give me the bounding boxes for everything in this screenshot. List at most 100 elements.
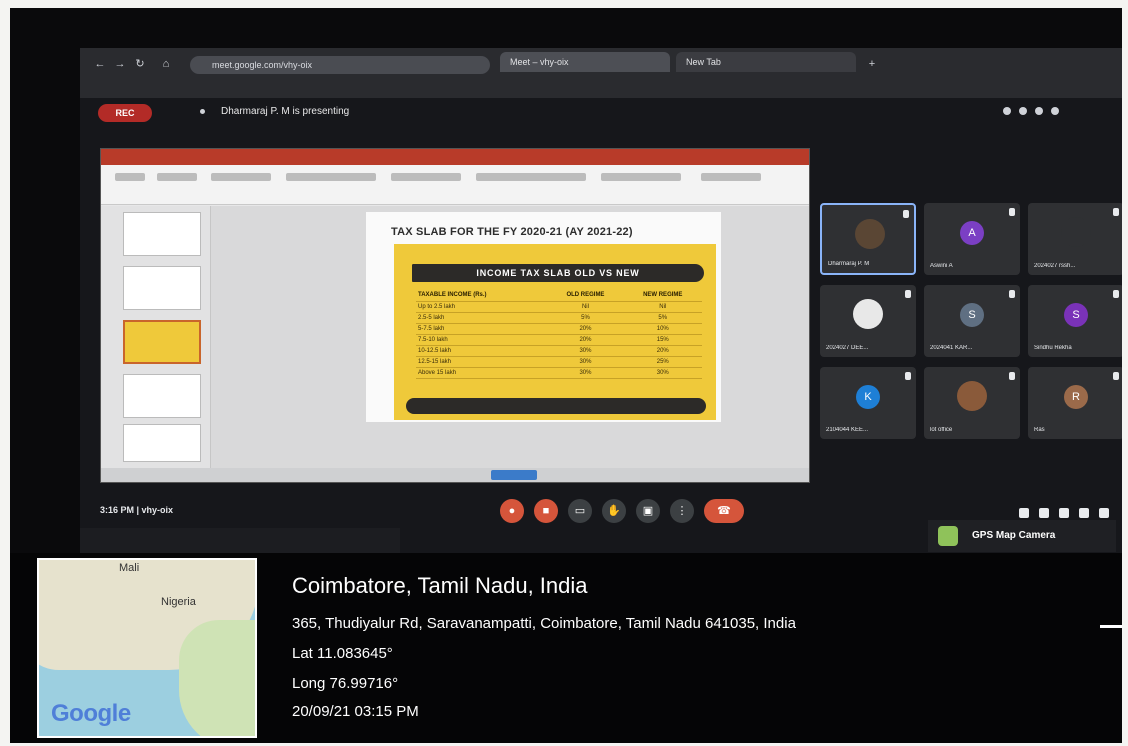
location-datetime: 20/09/21 03:15 PM <box>292 703 419 720</box>
chat-icon[interactable] <box>1059 508 1069 518</box>
table-cell: 30% <box>623 367 702 379</box>
table-cell: 20% <box>547 323 624 335</box>
table-cell: 25% <box>623 356 702 368</box>
participant-name: Dharmaraj P. M <box>828 261 870 267</box>
mic-icon <box>1009 208 1015 216</box>
slide-canvas: TAX SLAB FOR THE FY 2020-21 (AY 2021-22)… <box>211 206 809 468</box>
camera-toggle-button[interactable]: ■ <box>534 499 558 523</box>
map-label-mali: Mali <box>119 562 140 574</box>
present-button[interactable]: ▣ <box>636 499 660 523</box>
monitor-screen: ← → ↻ ⌂ meet.google.com/vhy-oix Meet – v… <box>80 48 1122 553</box>
mic-toggle-button[interactable]: ● <box>500 499 524 523</box>
avatar: A <box>960 221 984 245</box>
raise-hand-button[interactable]: ✋ <box>602 499 626 523</box>
activities-icon[interactable] <box>1079 508 1089 518</box>
participant-tile[interactable]: S 2024041 KAR... <box>924 285 1020 357</box>
ribbon-group[interactable] <box>391 173 461 181</box>
tab-meet[interactable]: Meet – vhy-oix <box>500 52 670 72</box>
extension-icon[interactable] <box>1019 107 1027 115</box>
participant-name: 2024027 rssh... <box>1034 263 1076 269</box>
present-icon <box>200 108 205 114</box>
extension-icon[interactable] <box>1035 107 1043 115</box>
ribbon-group[interactable] <box>211 173 271 181</box>
ribbon-group[interactable] <box>286 173 376 181</box>
slide-thumbnails <box>101 206 211 468</box>
slide-thumbnail[interactable] <box>123 212 201 256</box>
avatar <box>1061 217 1091 247</box>
participant-tile[interactable]: 2024027 DEE... <box>820 285 916 357</box>
captions-button[interactable]: ▭ <box>568 499 592 523</box>
participant-tile[interactable]: S Sindhu Rekha <box>1028 285 1122 357</box>
presenting-label: Dharmaraj P. M is presenting <box>221 106 350 117</box>
profile-icon[interactable] <box>1051 107 1059 115</box>
location-map: Mali Nigeria Google <box>37 558 257 738</box>
table-cell: 2.5-5 lakh <box>416 312 548 324</box>
host-controls-icon[interactable] <box>1099 508 1109 518</box>
ribbon-group[interactable] <box>701 173 761 181</box>
tab-new[interactable]: New Tab <box>676 52 856 72</box>
ribbon-group[interactable] <box>157 173 197 181</box>
participant-tile[interactable]: lot office <box>924 367 1020 439</box>
table-row: 12.5-15 lakh 30% 25% <box>416 356 702 368</box>
mic-icon <box>1113 290 1119 298</box>
table-cell: 20% <box>547 334 624 346</box>
info-icon[interactable] <box>1019 508 1029 518</box>
table-cell: 12.5-15 lakh <box>416 356 548 368</box>
rec-label: REC <box>115 108 135 118</box>
new-tab-icon[interactable]: + <box>866 58 878 70</box>
ribbon-group[interactable] <box>115 173 145 181</box>
table-row: 7.5-10 lakh 20% 15% <box>416 334 702 346</box>
avatar: R <box>1064 385 1088 409</box>
participant-tile[interactable]: A Aswini A <box>924 203 1020 275</box>
table-cell: 5% <box>623 312 702 324</box>
column-header: NEW REGIME <box>623 290 702 302</box>
map-label-nigeria: Nigeria <box>161 596 196 608</box>
forward-icon[interactable]: → <box>114 58 126 70</box>
participant-name: Aswini A <box>930 263 953 269</box>
ribbon-group[interactable] <box>476 173 586 181</box>
participant-name: 2024041 KAR... <box>930 345 973 351</box>
avatar <box>855 219 885 249</box>
slide-thumbnail[interactable] <box>123 374 201 418</box>
participant-name: 2024027 DEE... <box>826 345 869 351</box>
tax-slab-header: INCOME TAX SLAB OLD VS NEW <box>412 264 704 282</box>
more-options-button[interactable]: ⋮ <box>670 499 694 523</box>
back-icon[interactable]: ← <box>94 58 106 70</box>
column-header: OLD REGIME <box>547 290 624 302</box>
recording-badge: REC <box>98 104 152 122</box>
leave-call-button[interactable]: ☎ <box>704 499 744 523</box>
reload-icon[interactable]: ↻ <box>134 58 146 70</box>
table-cell: Up to 2.5 lakh <box>416 301 548 313</box>
zoom-control[interactable] <box>491 470 537 480</box>
table-cell: 10-12.5 lakh <box>416 345 548 357</box>
tax-slab-table: TAXABLE INCOME (Rs.) OLD REGIME NEW REGI… <box>416 290 702 379</box>
slide: TAX SLAB FOR THE FY 2020-21 (AY 2021-22)… <box>366 212 721 422</box>
avatar: K <box>856 385 880 409</box>
table-cell: 20% <box>623 345 702 357</box>
participant-tile[interactable]: R Ras <box>1028 367 1122 439</box>
table-cell: 5-7.5 lakh <box>416 323 548 335</box>
people-icon[interactable] <box>1039 508 1049 518</box>
meeting-clock: 3:16 PM | vhy-oix <box>100 505 174 515</box>
map-land <box>179 620 255 736</box>
home-icon[interactable]: ⌂ <box>160 58 172 70</box>
participant-tile[interactable]: 2024027 rssh... <box>1028 203 1122 275</box>
slide-thumbnail[interactable] <box>123 424 201 462</box>
windows-taskbar <box>80 528 400 554</box>
mic-icon <box>905 290 911 298</box>
slide-thumbnail-selected[interactable] <box>123 320 201 364</box>
gps-camera-logo-icon <box>938 526 958 546</box>
location-address: 365, Thudiyalur Rd, Saravanampatti, Coim… <box>292 615 796 632</box>
participant-name: lot office <box>930 427 953 433</box>
ppt-ribbon <box>101 165 809 205</box>
slide-thumbnail[interactable] <box>123 266 201 310</box>
table-row: Up to 2.5 lakh Nil Nil <box>416 301 702 313</box>
extension-icon[interactable] <box>1003 107 1011 115</box>
table-cell: Nil <box>547 301 624 313</box>
tax-slab-footer <box>406 398 706 414</box>
participant-tile[interactable]: Dharmaraj P. M <box>820 203 916 275</box>
address-bar[interactable]: meet.google.com/vhy-oix <box>190 56 490 74</box>
ribbon-group[interactable] <box>601 173 681 181</box>
participant-tile[interactable]: K 2104044 KEE... <box>820 367 916 439</box>
table-cell: Nil <box>623 301 702 313</box>
